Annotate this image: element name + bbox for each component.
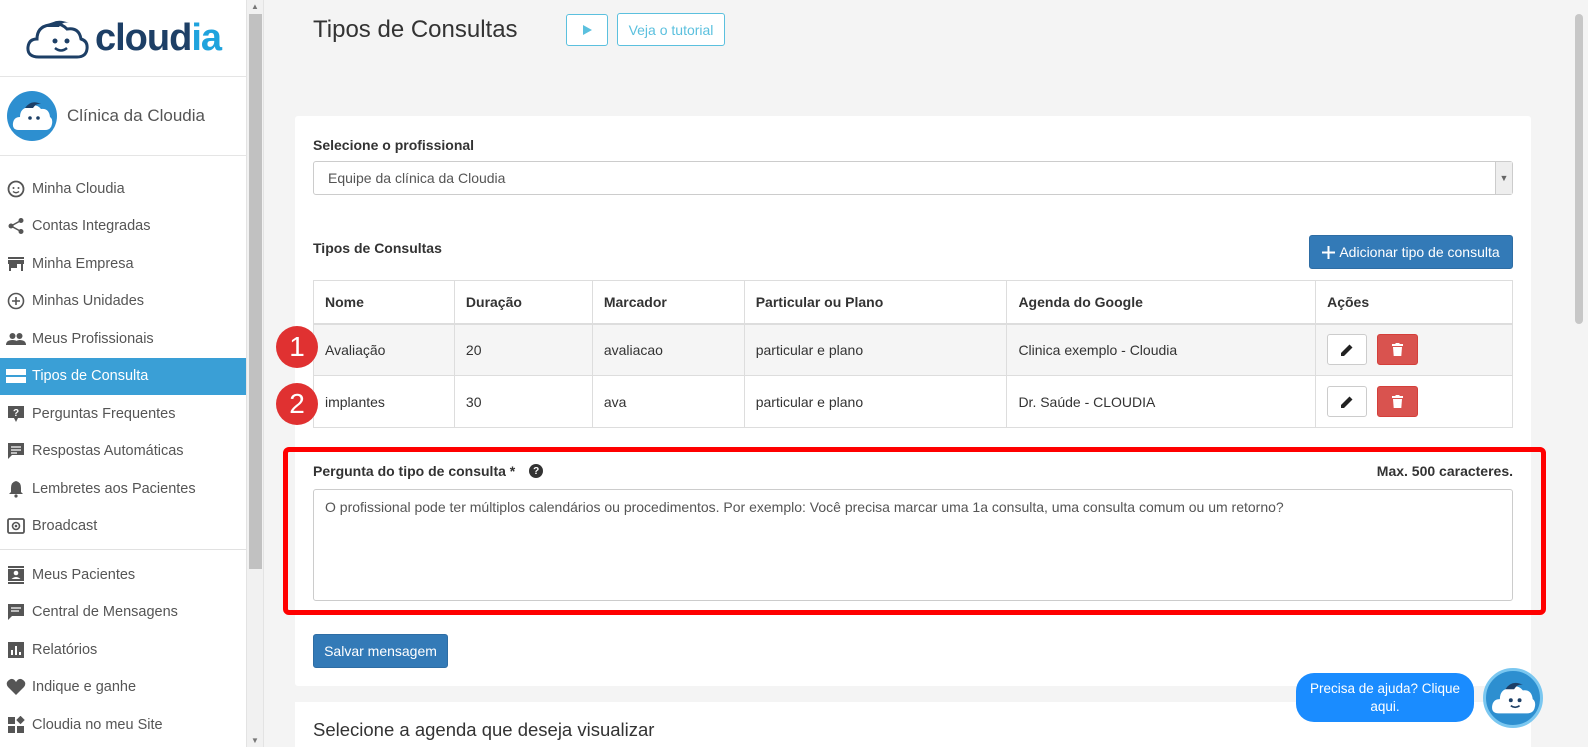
cell-marcador: ava — [591, 375, 745, 428]
pencil-icon — [1341, 344, 1353, 356]
scroll-down-icon[interactable]: ▼ — [251, 736, 259, 745]
sidebar-item-lembretes[interactable]: Lembretes aos Pacientes — [0, 470, 246, 508]
sidebar-divider — [0, 549, 246, 550]
pencil-icon — [1341, 396, 1353, 408]
table-row: Avaliação 20 avaliacao particular e plan… — [313, 323, 1513, 376]
cell-actions — [1315, 375, 1513, 428]
chart-icon — [6, 640, 26, 660]
scroll-up-icon[interactable]: ▲ — [251, 2, 259, 11]
tutorial-button[interactable]: Veja o tutorial — [617, 13, 725, 46]
cell-duracao: 20 — [453, 323, 593, 376]
col-header-duracao: Duração — [453, 280, 593, 325]
save-message-button[interactable]: Salvar mensagem — [313, 634, 448, 668]
sidebar-scrollbar[interactable]: ▲ ▼ — [247, 0, 264, 747]
sidebar-item-central-de-mensagens[interactable]: Central de Mensagens — [0, 594, 246, 632]
cell-nome: implantes — [313, 375, 455, 428]
clinic-name: Clínica da Cloudia — [67, 106, 205, 125]
cell-agenda: Clinica exemplo - Cloudia — [1006, 323, 1317, 376]
play-video-button[interactable] — [566, 14, 608, 46]
clinic-avatar — [7, 91, 57, 141]
cloud-mascot-icon — [26, 20, 89, 59]
sidebar-item-cloudia-no-site[interactable]: Cloudia no meu Site — [0, 706, 246, 744]
cell-duracao: 30 — [453, 375, 593, 428]
sidebar-item-indique-e-ganhe[interactable]: Indique e ganhe — [0, 669, 246, 707]
page-title: Tipos de Consultas — [313, 16, 518, 43]
chevron-down-icon[interactable]: ▼ — [1495, 162, 1512, 194]
people-icon — [6, 329, 26, 349]
sidebar-item-tipos-de-consulta[interactable]: Tipos de Consulta — [0, 357, 246, 395]
agenda-title: Selecione a agenda que deseja visualizar — [313, 719, 655, 740]
cell-actions — [1315, 323, 1513, 376]
col-header-marcador: Marcador — [591, 280, 745, 325]
sidebar-item-meus-pacientes[interactable]: Meus Pacientes — [0, 556, 246, 594]
consult-types-table: Nome Duração Marcador Particular ou Plan… — [313, 280, 1513, 428]
annotation-marker-1: 1 — [276, 326, 318, 368]
sidebar-item-broadcast[interactable]: Broadcast — [0, 508, 246, 546]
contacts-icon — [6, 565, 26, 585]
widgets-icon — [6, 715, 26, 735]
help-chat-avatar[interactable] — [1483, 668, 1543, 728]
annotation-marker-2: 2 — [276, 383, 318, 425]
main-scrollbar[interactable] — [1568, 0, 1588, 747]
plus-circle-icon — [6, 291, 26, 311]
col-header-plano: Particular ou Plano — [743, 280, 1008, 325]
delete-button[interactable] — [1377, 334, 1419, 366]
section-title: Tipos de Consultas — [313, 240, 442, 256]
delete-button[interactable] — [1377, 386, 1419, 417]
highlight-box — [283, 447, 1546, 615]
edit-button[interactable] — [1327, 386, 1368, 417]
message-icon — [6, 441, 26, 461]
trash-icon — [1392, 343, 1404, 357]
professional-label: Selecione o profissional — [313, 137, 475, 153]
sidebar-item-contas-integradas[interactable]: Contas Integradas — [0, 208, 246, 246]
logo-wordmark: cloudia — [94, 16, 222, 59]
store-icon — [6, 254, 26, 274]
face-icon — [6, 179, 26, 199]
plus-icon — [1322, 245, 1336, 259]
chat-icon — [6, 602, 26, 622]
sidebar-item-relatorios[interactable]: Relatórios — [0, 631, 246, 669]
trash-icon — [1392, 395, 1404, 408]
cloudia-logo[interactable]: cloudia — [0, 0, 246, 77]
sidebar-item-respostas-automaticas[interactable]: Respostas Automáticas — [0, 433, 246, 471]
cell-agenda: Dr. Saúde - CLOUDIA — [1006, 375, 1317, 428]
sidebar-item-perguntas-frequentes[interactable]: ? Perguntas Frequentes — [0, 395, 246, 433]
col-header-acoes: Ações — [1315, 280, 1513, 325]
sidebar-scroll-thumb[interactable] — [249, 14, 262, 569]
table-row: implantes 30 ava particular e plano Dr. … — [313, 375, 1513, 428]
clinic-profile[interactable]: Clínica da Cloudia — [0, 77, 246, 156]
sidebar-item-minha-empresa[interactable]: Minha Empresa — [0, 245, 246, 283]
mascot-icon — [12, 102, 53, 130]
main-scroll-thumb[interactable] — [1575, 14, 1583, 324]
sidebar-nav: Minha Cloudia Contas Integradas Minha Em… — [0, 156, 246, 744]
sidebar-item-minha-cloudia[interactable]: Minha Cloudia — [0, 170, 246, 208]
edit-button[interactable] — [1327, 334, 1368, 366]
cell-plano: particular e plano — [743, 323, 1008, 376]
col-header-nome: Nome — [313, 280, 455, 325]
question-icon: ? — [6, 404, 26, 424]
broadcast-icon — [6, 516, 26, 536]
help-chat-bubble[interactable]: Precisa de ajuda? Clique aqui. — [1296, 673, 1474, 722]
list-icon — [6, 366, 26, 386]
cell-plano: particular e plano — [743, 375, 1008, 428]
heart-icon — [6, 677, 26, 697]
play-icon — [583, 25, 592, 35]
sidebar: cloudia Clínica da Cloudia Minha Cloudia… — [0, 0, 247, 747]
svg-text:?: ? — [13, 408, 19, 419]
share-icon — [6, 216, 26, 236]
sidebar-item-minhas-unidades[interactable]: Minhas Unidades — [0, 283, 246, 321]
col-header-agenda: Agenda do Google — [1006, 280, 1317, 325]
bell-icon — [6, 479, 26, 499]
cell-marcador: avaliacao — [591, 323, 745, 376]
cell-nome: Avaliação — [313, 323, 455, 376]
professional-select[interactable]: Equipe da clínica da Cloudia ▼ — [313, 161, 1513, 195]
mascot-icon — [1492, 682, 1536, 714]
add-consult-type-button[interactable]: Adicionar tipo de consulta — [1309, 235, 1513, 269]
sidebar-item-meus-profissionais[interactable]: Meus Profissionais — [0, 320, 246, 358]
table-header-row: Nome Duração Marcador Particular ou Plan… — [313, 280, 1513, 325]
